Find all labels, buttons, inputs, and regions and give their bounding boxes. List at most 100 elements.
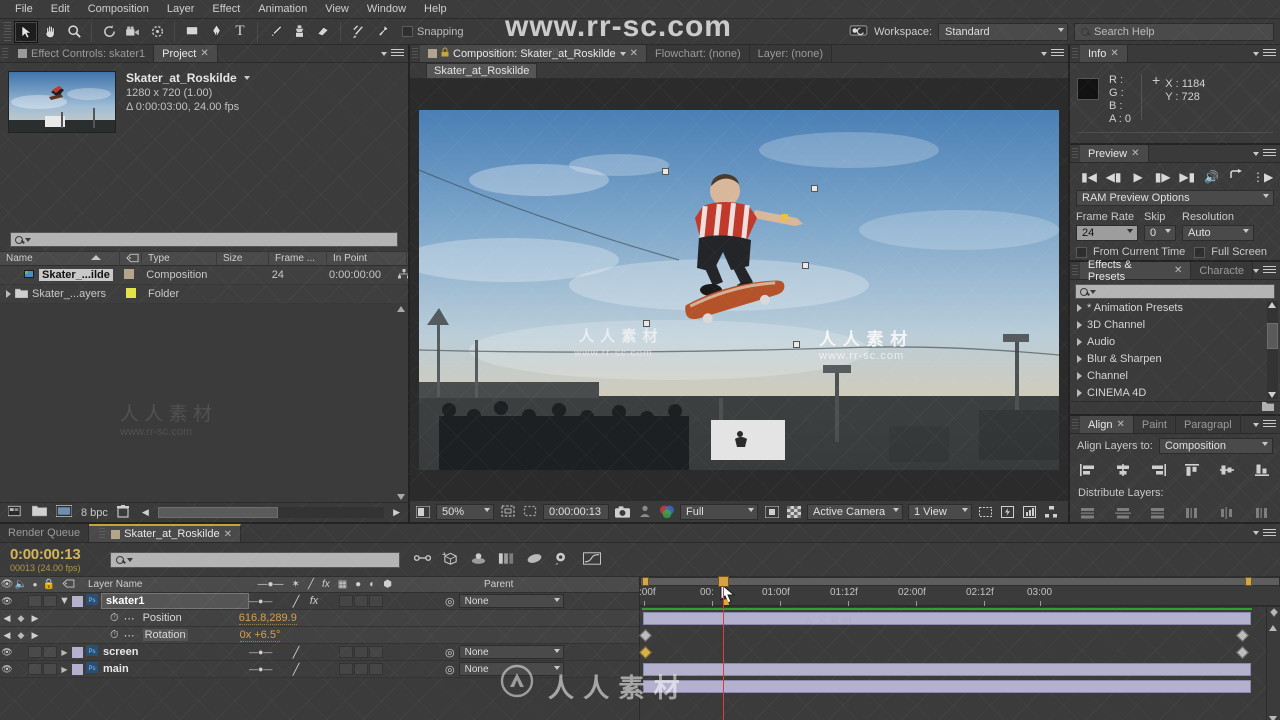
zoom-select[interactable]: 50% <box>436 503 494 520</box>
project-hscrollbar[interactable] <box>157 507 385 518</box>
current-time-display[interactable]: 0:00:00:13 <box>543 503 609 520</box>
parent-select[interactable]: None <box>458 645 564 659</box>
distribute-right-icon[interactable] <box>1252 505 1272 520</box>
close-icon[interactable]: ✕ <box>630 48 638 59</box>
distribute-vertical-center-icon[interactable] <box>1113 505 1133 520</box>
prev-keyframe-icon[interactable]: ◀ <box>0 630 14 641</box>
frame-blend-switch[interactable] <box>339 663 353 675</box>
work-area-start-handle[interactable] <box>642 577 649 586</box>
motion-blur-icon[interactable] <box>526 552 543 568</box>
next-keyframe-icon[interactable]: ▶ <box>28 630 42 641</box>
timegraph-scrollbar[interactable] <box>1266 607 1280 720</box>
menu-item-window[interactable]: Window <box>358 0 415 19</box>
tab-project[interactable]: Project ✕ <box>154 45 218 62</box>
table-row[interactable]: Skater_...ayers Folder <box>0 285 408 304</box>
next-keyframe-icon[interactable]: ▶ <box>28 613 42 624</box>
panel-grip[interactable] <box>1072 264 1078 277</box>
frame-blending-icon[interactable] <box>498 552 515 568</box>
selection-handle[interactable] <box>643 319 650 327</box>
keyframe[interactable] <box>639 629 652 642</box>
motion-blur-switch[interactable] <box>354 663 368 675</box>
scroll-down-icon[interactable] <box>397 494 405 500</box>
list-item[interactable]: * Animation Presets <box>1070 299 1280 316</box>
solo-toggle[interactable] <box>28 595 42 607</box>
tab-paint[interactable]: Paint <box>1133 416 1176 433</box>
menu-item-file[interactable]: File <box>6 0 42 19</box>
always-preview-icon[interactable] <box>414 504 431 520</box>
selection-handle[interactable] <box>793 340 800 348</box>
workspace-switch-icon[interactable] <box>849 24 868 40</box>
distribute-left-icon[interactable] <box>1182 505 1202 520</box>
graph-editor-icon[interactable] <box>583 551 601 568</box>
keyframe[interactable] <box>1236 646 1249 659</box>
work-area-end-handle[interactable] <box>1245 577 1252 586</box>
project-settings-icon[interactable] <box>55 504 73 520</box>
next-frame-button[interactable]: ▮▶ <box>1154 170 1172 184</box>
grid-guides-icon[interactable] <box>499 504 516 520</box>
search-help-input[interactable]: Search Help <box>1074 22 1274 41</box>
tab-layer[interactable]: Layer: (none) <box>749 45 833 62</box>
layer-name[interactable]: skater1 <box>101 593 249 609</box>
layer-track[interactable] <box>640 678 1280 695</box>
list-item[interactable]: CINEMA 4D <box>1070 384 1280 401</box>
effects-search-input[interactable] <box>1075 284 1275 299</box>
graph-icon[interactable]: ⋯ <box>124 629 135 642</box>
column-size[interactable]: Size <box>217 251 269 266</box>
align-top-icon[interactable] <box>1182 462 1202 477</box>
quality-switch[interactable]: ╱ <box>287 646 305 659</box>
layer-name[interactable]: screen <box>103 646 249 658</box>
parent-select[interactable]: None <box>458 594 564 608</box>
table-row[interactable]: Skater_...ilde Composition 24 0:00:00:00 <box>0 266 408 285</box>
snapping-toggle[interactable]: Snapping <box>402 26 464 38</box>
layer-row[interactable]: 👁 ▶ Ps screen ―●― ╱ ◎ None <box>0 644 639 661</box>
disclosure-triangle-icon[interactable]: ▶ <box>57 665 72 674</box>
new-comp-icon[interactable] <box>7 505 23 520</box>
close-icon[interactable]: ✕ <box>1131 148 1139 159</box>
work-area-bar[interactable] <box>640 577 1280 586</box>
shape-tool-icon[interactable] <box>180 21 204 43</box>
motion-blur-switch[interactable] <box>354 595 368 607</box>
label-color-swatch[interactable] <box>126 287 136 298</box>
column-name[interactable]: Name <box>0 251 120 266</box>
column-frame[interactable]: Frame ... <box>269 251 327 266</box>
graph-editor-toggle-icon[interactable] <box>554 552 572 568</box>
panel-menu-button[interactable] <box>1253 45 1280 62</box>
scroll-left-icon[interactable]: ◀ <box>142 507 149 518</box>
frame-blend-switch[interactable] <box>339 646 353 658</box>
tab-paragraph[interactable]: Paragrapl <box>1175 416 1241 433</box>
menu-item-effect[interactable]: Effect <box>203 0 249 19</box>
keyframe[interactable] <box>639 646 652 659</box>
parent-pickwhip-icon[interactable]: ◎ <box>445 646 455 659</box>
list-item[interactable]: Audio <box>1070 333 1280 350</box>
property-track[interactable] <box>639 627 1280 644</box>
tab-effects-presets[interactable]: Effects & Presets ✕ <box>1079 259 1192 283</box>
close-icon[interactable]: ✕ <box>200 48 208 59</box>
parent-pickwhip-icon[interactable]: ◎ <box>445 663 455 676</box>
label-color-swatch[interactable] <box>72 595 83 607</box>
panel-menu-button[interactable] <box>1253 262 1280 279</box>
layer-track[interactable]: 人 人 素 材 <box>640 610 1280 627</box>
layer-row[interactable]: 👁 ▼ Ps skater1 ―●― ╱ fx ◎ None <box>0 593 639 610</box>
panel-grip[interactable] <box>99 528 106 540</box>
camera-tool-icon[interactable] <box>121 21 145 43</box>
lock-toggle[interactable] <box>43 595 57 607</box>
selection-handle[interactable] <box>802 261 809 269</box>
eraser-tool-icon[interactable] <box>311 21 335 43</box>
selection-handle[interactable] <box>811 184 818 192</box>
scroll-up-icon[interactable] <box>1268 302 1276 308</box>
tab-character[interactable]: Characte <box>1191 262 1253 279</box>
selection-handle[interactable] <box>662 167 669 175</box>
property-value[interactable]: 616.8,289.9 <box>238 612 297 625</box>
property-row[interactable]: ◀ ◆ ▶ ⏱ ⋯ Rotation 0x +6.5° <box>0 627 639 644</box>
flowchart-icon[interactable] <box>392 268 408 282</box>
label-color-swatch[interactable] <box>72 646 83 658</box>
layer-name-column-header[interactable]: Layer Name <box>88 579 142 590</box>
close-icon[interactable]: ✕ <box>224 529 232 540</box>
delete-icon[interactable] <box>116 504 129 521</box>
stopwatch-icon[interactable]: ⏱ <box>110 629 119 642</box>
align-layers-to-select[interactable]: Composition <box>1158 438 1273 454</box>
shy-switch[interactable]: ―●― <box>249 664 272 674</box>
column-in-point[interactable]: In Point <box>327 251 407 266</box>
column-label-color[interactable] <box>120 251 142 266</box>
last-frame-button[interactable]: ▶▮ <box>1178 170 1196 184</box>
